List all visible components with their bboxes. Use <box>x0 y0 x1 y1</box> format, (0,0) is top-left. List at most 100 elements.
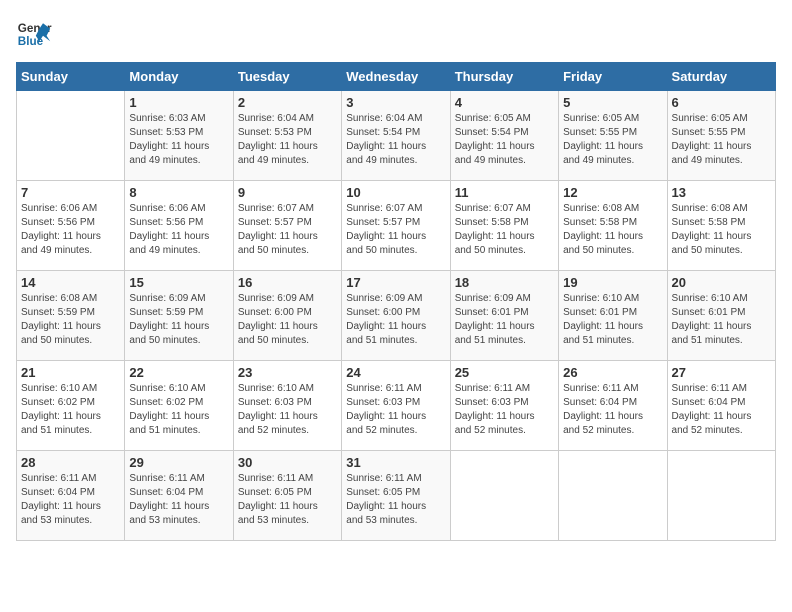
calendar-week-row: 7 Sunrise: 6:06 AM Sunset: 5:56 PM Daylig… <box>17 181 776 271</box>
day-number: 12 <box>563 185 662 200</box>
day-number: 30 <box>238 455 337 470</box>
day-info: Sunrise: 6:09 AM Sunset: 5:59 PM Dayligh… <box>129 292 228 348</box>
calendar-cell: 6 Sunrise: 6:05 AM Sunset: 5:55 PM Daylig… <box>667 91 775 181</box>
day-info: Sunrise: 6:06 AM Sunset: 5:56 PM Dayligh… <box>129 202 228 258</box>
day-number: 7 <box>21 185 120 200</box>
weekday-header: Monday <box>125 63 233 91</box>
weekday-header: Friday <box>559 63 667 91</box>
day-number: 29 <box>129 455 228 470</box>
calendar-cell <box>17 91 125 181</box>
day-number: 28 <box>21 455 120 470</box>
day-info: Sunrise: 6:05 AM Sunset: 5:55 PM Dayligh… <box>672 112 771 168</box>
calendar-cell: 14 Sunrise: 6:08 AM Sunset: 5:59 PM Dayli… <box>17 271 125 361</box>
day-number: 8 <box>129 185 228 200</box>
calendar-cell: 7 Sunrise: 6:06 AM Sunset: 5:56 PM Daylig… <box>17 181 125 271</box>
calendar-cell: 20 Sunrise: 6:10 AM Sunset: 6:01 PM Dayli… <box>667 271 775 361</box>
calendar-cell: 12 Sunrise: 6:08 AM Sunset: 5:58 PM Dayli… <box>559 181 667 271</box>
day-number: 6 <box>672 95 771 110</box>
calendar-cell: 27Sunrise: 6:11 AM Sunset: 6:04 PM Dayli… <box>667 361 775 451</box>
calendar-cell: 4Sunrise: 6:05 AM Sunset: 5:54 PM Daylig… <box>450 91 558 181</box>
calendar-cell: 24 Sunrise: 6:11 AM Sunset: 6:03 PM Dayli… <box>342 361 450 451</box>
calendar-week-row: 21 Sunrise: 6:10 AM Sunset: 6:02 PM Dayli… <box>17 361 776 451</box>
day-info: Sunrise: 6:11 AM Sunset: 6:04 PM Dayligh… <box>21 472 120 528</box>
calendar-cell: 11 Sunrise: 6:07 AM Sunset: 5:58 PM Dayli… <box>450 181 558 271</box>
calendar-cell <box>450 451 558 541</box>
day-info: Sunrise: 6:11 AM Sunset: 6:04 PM Dayligh… <box>129 472 228 528</box>
calendar-week-row: 14 Sunrise: 6:08 AM Sunset: 5:59 PM Dayli… <box>17 271 776 361</box>
day-info: Sunrise: 6:11 AM Sunset: 6:04 PM Dayligh… <box>672 382 771 438</box>
day-info: Sunrise: 6:08 AM Sunset: 5:58 PM Dayligh… <box>672 202 771 258</box>
calendar-cell: 25 Sunrise: 6:11 AM Sunset: 6:03 PM Dayli… <box>450 361 558 451</box>
weekday-header: Tuesday <box>233 63 341 91</box>
day-info: Sunrise: 6:11 AM Sunset: 6:05 PM Dayligh… <box>346 472 445 528</box>
day-number: 1 <box>129 95 228 110</box>
calendar-cell: 23 Sunrise: 6:10 AM Sunset: 6:03 PM Dayli… <box>233 361 341 451</box>
day-number: 20 <box>672 275 771 290</box>
calendar-cell <box>559 451 667 541</box>
calendar-cell: 29 Sunrise: 6:11 AM Sunset: 6:04 PM Dayli… <box>125 451 233 541</box>
day-info: Sunrise: 6:07 AM Sunset: 5:58 PM Dayligh… <box>455 202 554 258</box>
day-info: Sunrise: 6:10 AM Sunset: 6:01 PM Dayligh… <box>672 292 771 348</box>
calendar-cell: 2Sunrise: 6:04 AM Sunset: 5:53 PM Daylig… <box>233 91 341 181</box>
day-info: Sunrise: 6:11 AM Sunset: 6:04 PM Dayligh… <box>563 382 662 438</box>
day-info: Sunrise: 6:11 AM Sunset: 6:05 PM Dayligh… <box>238 472 337 528</box>
calendar-cell: 28 Sunrise: 6:11 AM Sunset: 6:04 PM Dayli… <box>17 451 125 541</box>
calendar-week-row: 1 Sunrise: 6:03 AM Sunset: 5:53 PM Daylig… <box>17 91 776 181</box>
day-info: Sunrise: 6:07 AM Sunset: 5:57 PM Dayligh… <box>238 202 337 258</box>
calendar-cell: 21 Sunrise: 6:10 AM Sunset: 6:02 PM Dayli… <box>17 361 125 451</box>
day-info: Sunrise: 6:09 AM Sunset: 6:00 PM Dayligh… <box>346 292 445 348</box>
day-number: 26 <box>563 365 662 380</box>
day-info: Sunrise: 6:05 AM Sunset: 5:55 PM Dayligh… <box>563 112 662 168</box>
day-info: Sunrise: 6:11 AM Sunset: 6:03 PM Dayligh… <box>455 382 554 438</box>
calendar-cell: 15 Sunrise: 6:09 AM Sunset: 5:59 PM Dayli… <box>125 271 233 361</box>
day-number: 4 <box>455 95 554 110</box>
day-number: 16 <box>238 275 337 290</box>
calendar-cell <box>667 451 775 541</box>
calendar-cell: 5 Sunrise: 6:05 AM Sunset: 5:55 PM Daylig… <box>559 91 667 181</box>
day-info: Sunrise: 6:10 AM Sunset: 6:03 PM Dayligh… <box>238 382 337 438</box>
day-info: Sunrise: 6:03 AM Sunset: 5:53 PM Dayligh… <box>129 112 228 168</box>
day-number: 17 <box>346 275 445 290</box>
weekday-header: Sunday <box>17 63 125 91</box>
day-number: 14 <box>21 275 120 290</box>
calendar-cell: 10Sunrise: 6:07 AM Sunset: 5:57 PM Dayli… <box>342 181 450 271</box>
day-info: Sunrise: 6:09 AM Sunset: 6:01 PM Dayligh… <box>455 292 554 348</box>
day-info: Sunrise: 6:08 AM Sunset: 5:59 PM Dayligh… <box>21 292 120 348</box>
day-number: 13 <box>672 185 771 200</box>
day-info: Sunrise: 6:09 AM Sunset: 6:00 PM Dayligh… <box>238 292 337 348</box>
calendar-header-row: SundayMondayTuesdayWednesdayThursdayFrid… <box>17 63 776 91</box>
calendar-cell: 8 Sunrise: 6:06 AM Sunset: 5:56 PM Daylig… <box>125 181 233 271</box>
weekday-header: Saturday <box>667 63 775 91</box>
calendar-cell: 3 Sunrise: 6:04 AM Sunset: 5:54 PM Daylig… <box>342 91 450 181</box>
day-number: 22 <box>129 365 228 380</box>
calendar-cell: 18Sunrise: 6:09 AM Sunset: 6:01 PM Dayli… <box>450 271 558 361</box>
day-number: 5 <box>563 95 662 110</box>
day-info: Sunrise: 6:10 AM Sunset: 6:01 PM Dayligh… <box>563 292 662 348</box>
calendar-cell: 16 Sunrise: 6:09 AM Sunset: 6:00 PM Dayli… <box>233 271 341 361</box>
day-info: Sunrise: 6:11 AM Sunset: 6:03 PM Dayligh… <box>346 382 445 438</box>
day-number: 11 <box>455 185 554 200</box>
calendar-cell: 26 Sunrise: 6:11 AM Sunset: 6:04 PM Dayli… <box>559 361 667 451</box>
day-number: 24 <box>346 365 445 380</box>
day-info: Sunrise: 6:08 AM Sunset: 5:58 PM Dayligh… <box>563 202 662 258</box>
calendar-cell: 22Sunrise: 6:10 AM Sunset: 6:02 PM Dayli… <box>125 361 233 451</box>
day-number: 23 <box>238 365 337 380</box>
calendar-cell: 9Sunrise: 6:07 AM Sunset: 5:57 PM Daylig… <box>233 181 341 271</box>
day-number: 10 <box>346 185 445 200</box>
day-number: 3 <box>346 95 445 110</box>
calendar-week-row: 28 Sunrise: 6:11 AM Sunset: 6:04 PM Dayli… <box>17 451 776 541</box>
logo: General Blue <box>16 16 52 52</box>
day-info: Sunrise: 6:04 AM Sunset: 5:54 PM Dayligh… <box>346 112 445 168</box>
weekday-header: Wednesday <box>342 63 450 91</box>
day-number: 15 <box>129 275 228 290</box>
day-number: 25 <box>455 365 554 380</box>
calendar-table: SundayMondayTuesdayWednesdayThursdayFrid… <box>16 62 776 541</box>
page-header: General Blue <box>16 16 776 52</box>
day-info: Sunrise: 6:06 AM Sunset: 5:56 PM Dayligh… <box>21 202 120 258</box>
calendar-cell: 17 Sunrise: 6:09 AM Sunset: 6:00 PM Dayli… <box>342 271 450 361</box>
weekday-header: Thursday <box>450 63 558 91</box>
day-info: Sunrise: 6:10 AM Sunset: 6:02 PM Dayligh… <box>21 382 120 438</box>
day-number: 21 <box>21 365 120 380</box>
calendar-cell: 13 Sunrise: 6:08 AM Sunset: 5:58 PM Dayli… <box>667 181 775 271</box>
calendar-cell: 31Sunrise: 6:11 AM Sunset: 6:05 PM Dayli… <box>342 451 450 541</box>
